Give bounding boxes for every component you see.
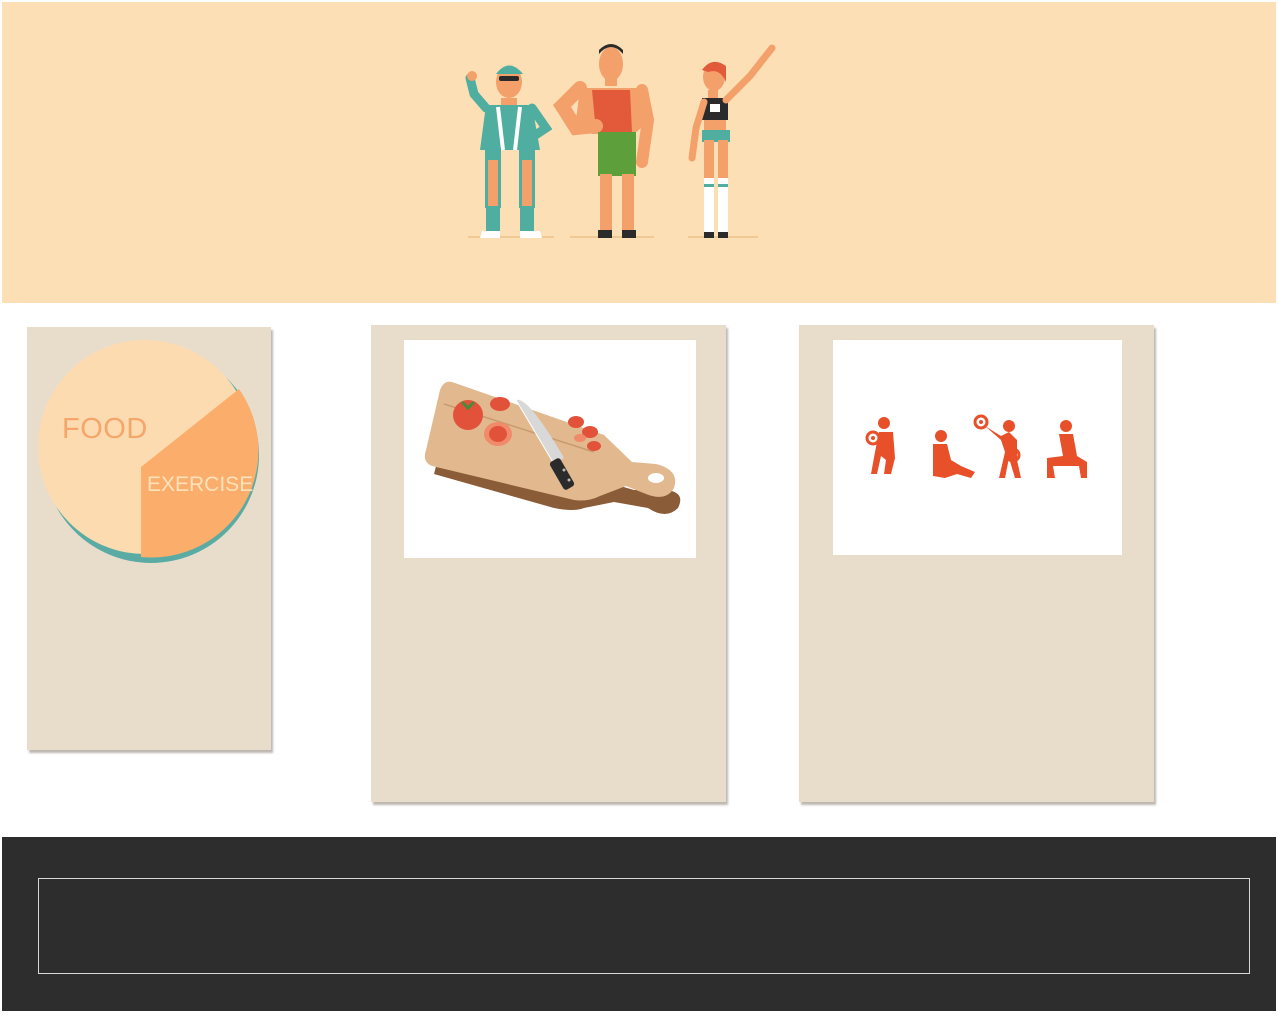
- exercise-image: [833, 340, 1122, 555]
- food-exercise-pie-graphic: [38, 340, 259, 563]
- runner-figure: [688, 44, 776, 238]
- athletes-illustration: [465, 44, 776, 238]
- food-label: FOOD: [62, 413, 148, 445]
- cutting-board-icon: [424, 381, 681, 514]
- lunge-dumbbell-pictogram: [973, 414, 1021, 478]
- footer: [2, 837, 1276, 1011]
- kneeling-pictogram: [1047, 420, 1087, 478]
- exercise-card: [799, 325, 1154, 802]
- footer-content-box: [38, 878, 1250, 974]
- food-image: [404, 340, 696, 558]
- squat-pictogram: [865, 417, 895, 474]
- exercise-pictograms-icon: [865, 414, 1087, 478]
- hero-banner: [2, 2, 1276, 303]
- situp-pictogram: [933, 430, 975, 478]
- food-card: [371, 325, 726, 802]
- cyclist-figure: [465, 65, 553, 238]
- pie-chart-card: FOOD EXERCISE: [27, 327, 271, 750]
- exercise-label: EXERCISE: [147, 473, 254, 496]
- bodybuilder-figure: [553, 44, 655, 238]
